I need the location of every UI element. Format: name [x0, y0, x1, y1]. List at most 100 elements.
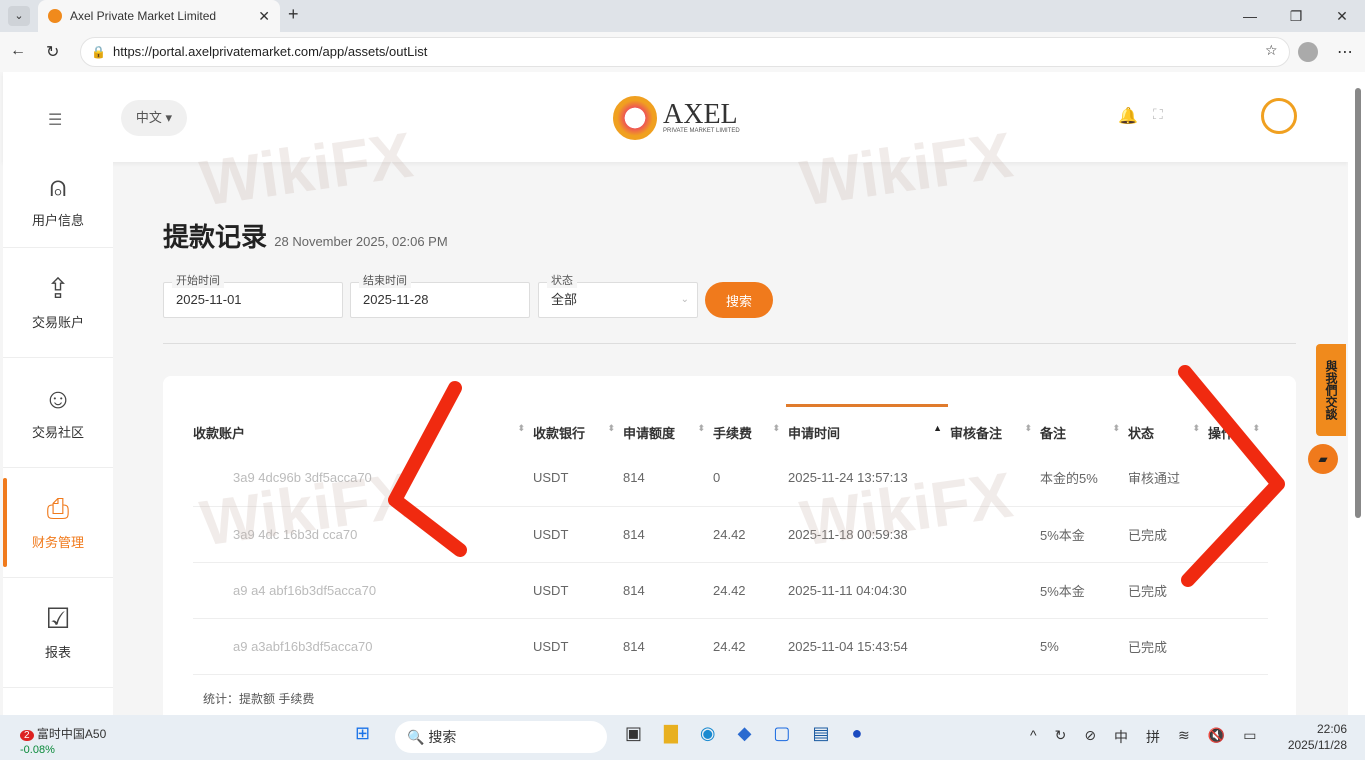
sidebar-item-report[interactable]: ☑ 报表 — [3, 578, 113, 688]
favorites-icon[interactable]: ☆ — [1265, 42, 1278, 59]
end-date-input[interactable]: 结束时间 2025-11-28 — [350, 274, 530, 318]
sidebar-label: 财务管理 — [31, 535, 84, 550]
battery-icon[interactable]: ▭ — [1243, 727, 1256, 747]
sync-icon[interactable]: ↻ — [1055, 727, 1067, 747]
refresh-button[interactable]: ↻ — [46, 42, 59, 62]
sidebar-item-community[interactable]: ☺ 交易社区 — [3, 358, 113, 468]
col-fee[interactable]: 手续费 ⬍ — [713, 414, 788, 450]
wifi-icon[interactable]: ≋ — [1178, 727, 1190, 747]
review-note-cell — [950, 450, 1040, 507]
minimize-button[interactable]: — — [1227, 0, 1273, 32]
close-window-button[interactable]: ✕ — [1319, 0, 1365, 32]
sidebar-item-finance[interactable]: ⎙ 财务管理 — [3, 468, 113, 578]
action-cell — [1208, 562, 1268, 619]
chat-icon[interactable]: ▰ — [1308, 444, 1338, 474]
task-view-icon[interactable]: ▣ — [625, 723, 642, 744]
user-avatar[interactable] — [1261, 98, 1297, 134]
ime-pinyin[interactable]: 拼 — [1146, 727, 1160, 747]
site-favicon-icon — [48, 9, 62, 23]
app-icon[interactable]: ▢ — [773, 723, 790, 744]
tab-list-button[interactable]: ⌄ — [8, 6, 30, 26]
file-explorer-icon[interactable]: ▇ — [664, 723, 678, 744]
maximize-button[interactable]: ❐ — [1273, 0, 1319, 32]
status-cell: 审核通过 — [1128, 450, 1208, 507]
account-cell: a9 a4 abf16b3df5acca70 — [193, 562, 533, 619]
logo-subtitle: PRIVATE MARKET LIMITED — [663, 128, 740, 134]
language-select[interactable]: 中文 ▾ — [121, 100, 187, 136]
logo-text: AXEL — [663, 99, 738, 130]
back-button[interactable]: ← — [10, 42, 26, 60]
col-action[interactable]: 操作 ⬍ — [1208, 414, 1268, 450]
profile-avatar[interactable] — [1298, 42, 1318, 62]
bank-cell: USDT — [533, 562, 623, 619]
hp-icon[interactable]: ● — [851, 723, 862, 744]
start-date-label: 开始时间 — [172, 274, 224, 288]
stock-widget[interactable]: 2 富时中国A50 -0.08% — [20, 725, 106, 756]
sidebar-item-trading-account[interactable]: ⇪ 交易账户 — [3, 248, 113, 358]
amount-cell: 814 — [623, 450, 713, 507]
fee-cell: 24.42 — [713, 506, 788, 563]
start-date-input[interactable]: 开始时间 2025-11-01 — [163, 274, 343, 318]
taskbar-search[interactable]: 🔍 搜索 — [395, 721, 607, 753]
col-note[interactable]: 备注 ⬍ — [1040, 414, 1128, 450]
sidebar: ⍝ 用户信息 ⇪ 交易账户 ☺ 交易社区 ⎙ 财务管理 ☑ 报表 — [3, 162, 113, 715]
col-status[interactable]: 状态 ⬍ — [1128, 414, 1208, 450]
action-cell — [1208, 618, 1268, 675]
sidebar-label: 报表 — [44, 645, 71, 660]
status-label: 状态 — [547, 274, 577, 288]
more-menu-icon[interactable]: ⋯ — [1337, 42, 1353, 62]
col-account[interactable]: 收款账户 ⬍ — [193, 414, 533, 450]
status-cell: 已完成 — [1128, 562, 1208, 619]
col-bank[interactable]: 收款银行 ⬍ — [533, 414, 623, 450]
close-tab-icon[interactable]: ✕ — [258, 8, 270, 25]
report-icon: ☑ — [45, 603, 71, 634]
withdrawal-table-card: 收款账户 ⬍ 收款银行 ⬍ 申请额度 ⬍ 手续费 ⬍ 申请时间 ▲ 审核备注 ⬍ 备注 ⬍ 状… — [163, 376, 1296, 715]
community-icon: ☺ — [43, 383, 73, 414]
contact-us-tab[interactable]: 與我們交談 — [1316, 344, 1346, 436]
finance-icon: ⎙ — [46, 493, 70, 524]
tab-title: Axel Private Market Limited — [70, 9, 217, 23]
lock-icon: 🔒 — [91, 45, 106, 59]
axel-logo[interactable]: AXEL PRIVATE MARKET LIMITED — [613, 96, 740, 140]
browser-tab[interactable]: Axel Private Market Limited ✕ — [38, 0, 280, 32]
status-select[interactable]: 状态 全部 ⌄ — [538, 274, 698, 318]
review-note-cell — [950, 506, 1040, 563]
clock[interactable]: 22:06 2025/11/28 — [1288, 721, 1347, 753]
sidebar-label: 交易账户 — [31, 315, 84, 330]
menu-toggle-icon[interactable]: ☰ — [48, 110, 62, 130]
upload-icon: ⇪ — [46, 273, 70, 304]
volume-muted-icon[interactable]: 🔇 — [1208, 727, 1225, 747]
divider — [163, 343, 1296, 344]
user-icon: ⍝ — [49, 171, 67, 202]
sidebar-label: 用户信息 — [31, 213, 84, 228]
tray-chevron-icon[interactable]: ^ — [1030, 727, 1037, 747]
account-cell: 3a9 4dc 16b3d cca70 — [193, 506, 533, 563]
table-row: 3a9 4dc96b 3df5acca70 USDT 814 0 2025-11-24 … — [193, 450, 1268, 507]
col-time[interactable]: 申请时间 ▲ — [788, 414, 950, 450]
account-cell: a9 a3abf16b3df5acca70 — [193, 618, 533, 675]
time-cell: 2025-11-04 15:43:54 — [788, 618, 950, 675]
sidebar-item-user-info[interactable]: ⍝ 用户信息 — [3, 162, 113, 248]
page-content: ☰ 中文 ▾ AXEL PRIVATE MARKET LIMITED 🔔 ⛶ ⍝ 用… — [0, 72, 1348, 715]
network-off-icon[interactable]: ⊘ — [1084, 727, 1096, 747]
time-cell: 2025-11-24 13:57:13 — [788, 450, 950, 507]
bank-cell: USDT — [533, 506, 623, 563]
page-scrollbar[interactable] — [1354, 78, 1362, 708]
search-button[interactable]: 搜索 — [705, 282, 773, 318]
edge-icon[interactable]: ◉ — [700, 723, 716, 744]
stock-change: -0.08% — [20, 744, 55, 756]
store-icon[interactable]: ▤ — [812, 723, 829, 744]
new-tab-button[interactable]: + — [288, 4, 299, 25]
bell-icon[interactable]: 🔔 — [1118, 106, 1138, 126]
browser-tab-bar: ⌄ Axel Private Market Limited ✕ + — ❐ ✕ — [0, 0, 1365, 32]
col-amount[interactable]: 申请额度 ⬍ — [623, 414, 713, 450]
windows-start-icon[interactable]: ⊞ — [355, 723, 370, 744]
ime-mode[interactable]: 中 — [1114, 727, 1128, 747]
stock-name: 富时中国A50 — [36, 727, 107, 741]
fullscreen-icon[interactable]: ⛶ — [1153, 106, 1163, 123]
url-text: https://portal.axelprivatemarket.com/app… — [113, 44, 428, 59]
url-input[interactable]: 🔒 https://portal.axelprivatemarket.com/ap… — [80, 37, 1290, 67]
outlook-icon[interactable]: ◆ — [738, 723, 752, 744]
action-cell — [1208, 506, 1268, 563]
col-review-note[interactable]: 审核备注 ⬍ — [950, 414, 1040, 450]
